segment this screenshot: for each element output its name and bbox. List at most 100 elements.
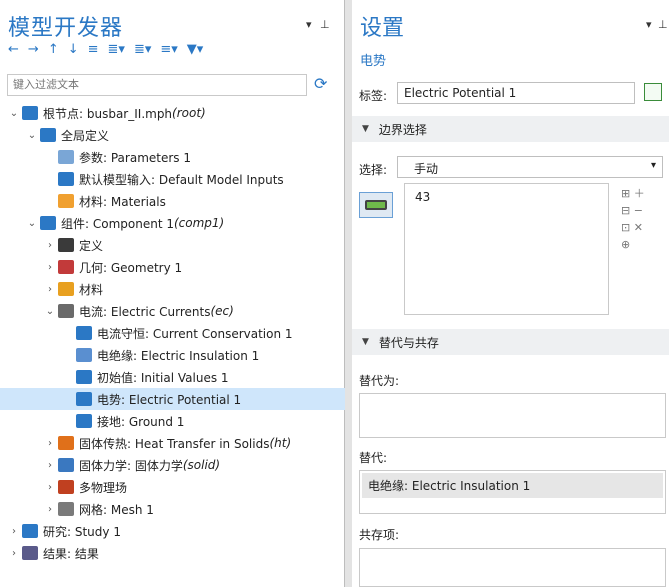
tree-row[interactable]: ⌄ 全局定义 bbox=[0, 124, 345, 146]
list-item[interactable]: 43 bbox=[415, 190, 598, 204]
selection-list[interactable]: 43 bbox=[404, 183, 609, 315]
selection-dropdown[interactable]: 手动 ▾ bbox=[397, 156, 663, 178]
tree-row[interactable]: › 材料 bbox=[0, 278, 345, 300]
pin-icon[interactable]: ⊥ bbox=[658, 18, 668, 31]
tree-label: 默认模型输入: Default Model Inputs bbox=[79, 172, 284, 187]
expand-icon[interactable]: ≣▾ bbox=[108, 42, 125, 57]
label-field[interactable]: Electric Potential 1 bbox=[397, 82, 635, 104]
materials-grid-icon bbox=[58, 282, 74, 296]
move-up-icon[interactable]: ↑ bbox=[48, 42, 59, 57]
section-override-coexist[interactable]: ▼ 替代与共存 bbox=[352, 329, 669, 355]
pin-icon[interactable]: ⊥ bbox=[320, 18, 330, 31]
view-icon[interactable]: ≡▾ bbox=[160, 42, 177, 57]
expanded-arrow-icon[interactable]: ⌄ bbox=[8, 108, 20, 119]
tree-label: 电流守恒: Current Conservation 1 bbox=[97, 326, 293, 341]
tree-tag: (ec) bbox=[210, 304, 234, 318]
tree-tag: (solid) bbox=[182, 458, 221, 472]
clear-icon[interactable]: ⊡ ✕ bbox=[621, 219, 645, 236]
overrides-list[interactable]: 电绝缘: Electric Insulation 1 bbox=[359, 470, 666, 514]
solid-mechanics-icon bbox=[58, 458, 74, 472]
collapsed-arrow-icon[interactable]: › bbox=[44, 240, 56, 251]
heat-transfer-icon bbox=[58, 436, 74, 450]
dropdown-icon[interactable]: ▾ bbox=[306, 18, 312, 31]
tree-row[interactable]: › 固体力学: 固体力学 (solid) bbox=[0, 454, 345, 476]
tree-row[interactable]: 默认模型输入: Default Model Inputs bbox=[0, 168, 345, 190]
collapse-icon[interactable]: ≣▾ bbox=[134, 42, 151, 57]
tree-row[interactable]: › 几何: Geometry 1 bbox=[0, 256, 345, 278]
collapsed-arrow-icon[interactable]: › bbox=[44, 284, 56, 295]
label-settings-icon[interactable] bbox=[644, 83, 662, 101]
tree-tag: (root) bbox=[172, 106, 206, 120]
results-icon bbox=[22, 546, 38, 560]
study-icon bbox=[22, 524, 38, 538]
tree-row[interactable]: 初始值: Initial Values 1 bbox=[0, 366, 345, 388]
tree-row[interactable]: 参数: Parameters 1 bbox=[0, 146, 345, 168]
collapsed-arrow-icon[interactable]: › bbox=[44, 460, 56, 471]
tree-row[interactable]: 电绝缘: Electric Insulation 1 bbox=[0, 344, 345, 366]
ground-icon bbox=[76, 414, 92, 428]
collapsed-arrow-icon[interactable]: › bbox=[8, 526, 20, 537]
tree-row[interactable]: › 多物理场 bbox=[0, 476, 345, 498]
build-icon[interactable]: ▼▾ bbox=[187, 42, 204, 57]
tree-row[interactable]: 接地: Ground 1 bbox=[0, 410, 345, 432]
collapsed-arrow-icon[interactable]: › bbox=[44, 438, 56, 449]
label-caption: 标签: bbox=[359, 89, 388, 103]
overridden-by-caption: 替代为: bbox=[359, 374, 400, 388]
app-window: 模型开发器 ▾ ⊥ ← → ↑ ↓ ≡ ≣▾ ≣▾ ≡▾ ▼▾ ⟳ ⌄根节点: … bbox=[0, 0, 669, 587]
tree-row[interactable]: › 固体传热: Heat Transfer in Solids (ht) bbox=[0, 432, 345, 454]
tree-label: 接地: Ground 1 bbox=[97, 414, 185, 429]
refresh-icon[interactable]: ⟳ bbox=[314, 74, 327, 93]
remove-icon[interactable]: ⊟ − bbox=[621, 202, 645, 219]
list-item[interactable]: 电绝缘: Electric Insulation 1 bbox=[362, 473, 663, 498]
globe-icon bbox=[40, 128, 56, 142]
collapsed-arrow-icon[interactable]: › bbox=[44, 504, 56, 515]
collapsed-arrow-icon[interactable]: › bbox=[8, 548, 20, 559]
tree-tag: (comp1) bbox=[173, 216, 225, 230]
electric-currents-icon bbox=[58, 304, 74, 318]
settings-title: 设置 bbox=[360, 16, 405, 41]
tree-row[interactable]: 电势: Electric Potential 1 bbox=[0, 388, 345, 410]
tree-row[interactable]: ⌄ 电流: Electric Currents (ec) bbox=[0, 300, 345, 322]
tree-row[interactable]: › 定义 bbox=[0, 234, 345, 256]
tree-label: 固体力学: 固体力学 bbox=[79, 458, 183, 473]
tree-row[interactable]: › 研究: Study 1 bbox=[0, 520, 345, 542]
toggle-icon bbox=[365, 200, 387, 210]
tree-label: 研究: Study 1 bbox=[43, 524, 121, 539]
tree-row[interactable]: › 网格: Mesh 1 bbox=[0, 498, 345, 520]
forward-icon[interactable]: → bbox=[28, 42, 39, 57]
tree-label: 初始值: Initial Values 1 bbox=[97, 370, 229, 385]
overrides-caption: 替代: bbox=[359, 451, 388, 465]
move-down-icon[interactable]: ↓ bbox=[68, 42, 79, 57]
back-icon[interactable]: ← bbox=[8, 42, 19, 57]
tree-label: 根节点: busbar_II.mph bbox=[43, 106, 173, 121]
selection-caption: 选择: bbox=[359, 163, 388, 177]
settings-panel: 设置 ▾ ⊥ 电势 标签: Electric Potential 1 ▼ 边界选择… bbox=[352, 0, 669, 587]
show-icon[interactable]: ≡ bbox=[88, 42, 99, 57]
filter-input[interactable] bbox=[7, 74, 307, 96]
selection-toggle-button[interactable] bbox=[359, 192, 393, 218]
tree-row[interactable]: ⌄ 根节点: busbar_II.mph (root) bbox=[0, 102, 345, 124]
tree-row[interactable]: 电流守恒: Current Conservation 1 bbox=[0, 322, 345, 344]
tree-row[interactable]: 材料: Materials bbox=[0, 190, 345, 212]
multiphysics-icon bbox=[58, 480, 74, 494]
add-icon[interactable]: ⊞ ＋ bbox=[621, 185, 645, 202]
zoom-icon[interactable]: ⊕ bbox=[621, 236, 645, 253]
selection-tools: ⊞ ＋ ⊟ − ⊡ ✕ ⊕ bbox=[621, 185, 645, 253]
expanded-arrow-icon[interactable]: ⌄ bbox=[44, 306, 56, 317]
expanded-arrow-icon[interactable]: ⌄ bbox=[26, 218, 38, 229]
tree-row[interactable]: › 结果: 结果 bbox=[0, 542, 345, 564]
tree-label: 多物理场 bbox=[79, 480, 128, 495]
expanded-arrow-icon[interactable]: ⌄ bbox=[26, 130, 38, 141]
tree-label: 电势: Electric Potential 1 bbox=[97, 392, 242, 407]
selection-value: 手动 bbox=[414, 162, 439, 176]
dropdown-icon[interactable]: ▾ bbox=[646, 18, 652, 31]
collapsed-arrow-icon[interactable]: › bbox=[44, 262, 56, 273]
collapsed-arrow-icon[interactable]: › bbox=[44, 482, 56, 493]
overridden-by-list[interactable] bbox=[359, 393, 666, 438]
section-boundary-selection[interactable]: ▼ 边界选择 bbox=[352, 116, 669, 142]
tree-tag: (ht) bbox=[269, 436, 292, 450]
splitter[interactable] bbox=[345, 0, 352, 587]
tree-row[interactable]: ⌄ 组件: Component 1 (comp1) bbox=[0, 212, 345, 234]
model-builder-panel: 模型开发器 ▾ ⊥ ← → ↑ ↓ ≡ ≣▾ ≣▾ ≡▾ ▼▾ ⟳ ⌄ 根节点: … bbox=[0, 0, 345, 587]
coexist-list[interactable] bbox=[359, 548, 666, 587]
